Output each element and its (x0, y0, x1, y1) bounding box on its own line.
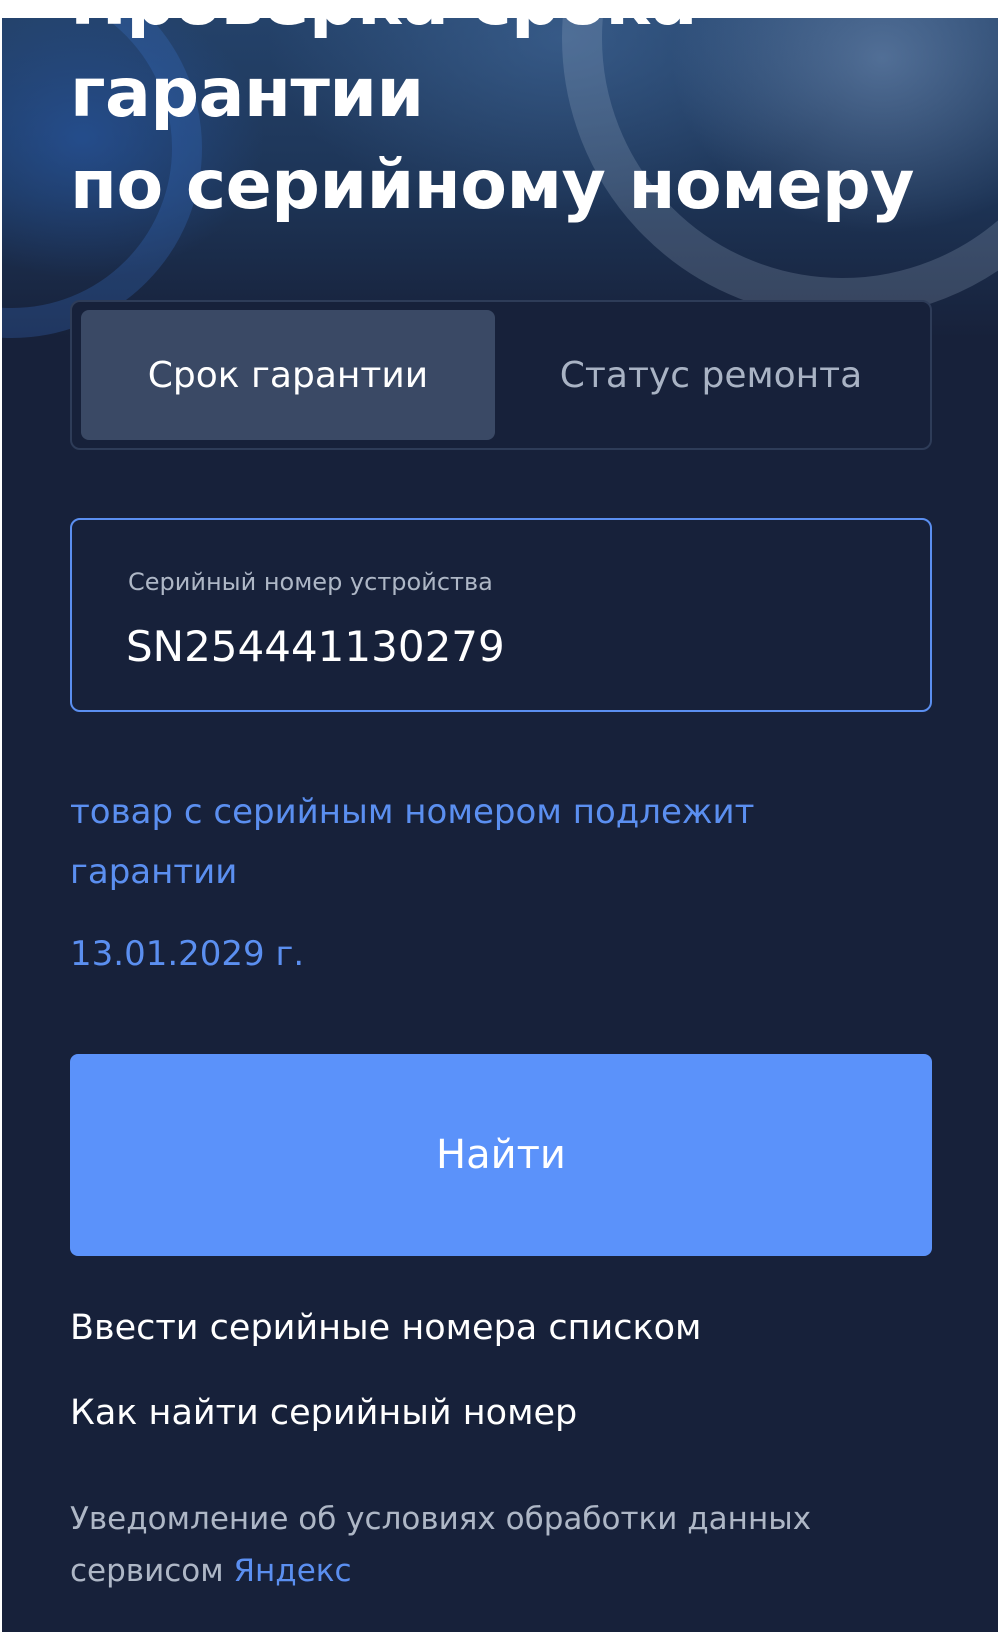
warranty-end-date: 13.01.2029 г. (70, 934, 305, 974)
serial-number-label: Серийный номер устройства (128, 568, 493, 596)
serial-number-input[interactable] (126, 616, 886, 676)
tab-repair-status[interactable]: Статус ремонта (504, 310, 918, 440)
warranty-check-page: Проверка срока гарантии по серийному ном… (2, 18, 998, 1632)
find-button[interactable]: Найти (70, 1054, 932, 1256)
warranty-result-message: товар с серийным номером подлежит гарант… (70, 792, 755, 892)
yandex-link[interactable]: Яндекс (233, 1553, 351, 1589)
bulk-serial-input-link[interactable]: Ввести серийные номера списком (70, 1308, 701, 1348)
tab-warranty-period[interactable]: Срок гарантии (81, 310, 495, 440)
page-title-line-1: Проверка срока (70, 18, 914, 48)
page-title-line-3: по серийному номеру (70, 146, 914, 225)
serial-number-field[interactable]: Серийный номер устройства (70, 518, 932, 712)
mode-tabs: Срок гарантии Статус ремонта (70, 300, 932, 450)
page-title: Проверка срока гарантии по серийному ном… (70, 18, 914, 232)
notice-text: Уведомление об условиях обработки данных… (70, 1501, 812, 1589)
page-title-line-2: гарантии (70, 54, 424, 133)
data-processing-notice: Уведомление об условиях обработки данных… (70, 1493, 930, 1597)
how-to-find-serial-link[interactable]: Как найти серийный номер (70, 1393, 577, 1433)
